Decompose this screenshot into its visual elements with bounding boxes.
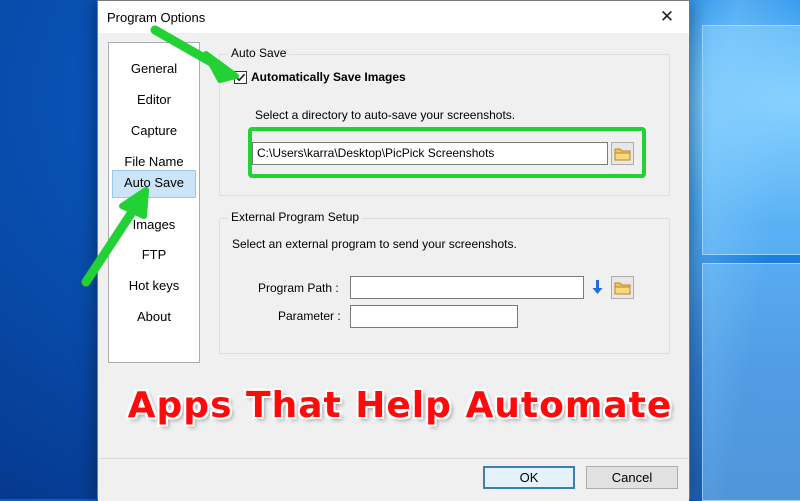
cancel-button[interactable]: Cancel — [586, 466, 678, 489]
directory-prompt: Select a directory to auto-save your scr… — [255, 108, 516, 122]
highlight-box — [248, 127, 646, 178]
window-title: Program Options — [107, 10, 206, 25]
title-bar[interactable]: Program Options ✕ — [98, 1, 689, 33]
checkmark-icon — [235, 73, 246, 82]
down-arrow-icon — [592, 280, 603, 294]
nav-item-general[interactable]: General — [112, 56, 196, 82]
nav-item-editor[interactable]: Editor — [112, 87, 196, 113]
windows-logo-pane — [702, 25, 800, 255]
auto-save-checkbox[interactable] — [234, 71, 247, 84]
windows-logo-pane — [702, 263, 800, 501]
close-icon: ✕ — [659, 7, 675, 26]
nav-item-hot-keys[interactable]: Hot keys — [112, 273, 196, 299]
nav-item-images[interactable]: Images — [112, 212, 196, 238]
auto-save-group-label: Auto Save — [228, 46, 290, 60]
dialog-footer: OK Cancel — [98, 458, 689, 501]
nav-item-auto-save[interactable]: Auto Save — [112, 170, 196, 198]
external-program-prompt: Select an external program to send your … — [232, 237, 517, 251]
nav-item-capture[interactable]: Capture — [112, 118, 196, 144]
external-program-group: External Program Setup Select an externa… — [219, 210, 670, 354]
parameter-label: Parameter : — [278, 309, 341, 323]
windows-logo — [690, 25, 800, 501]
auto-save-checkbox-label[interactable]: Automatically Save Images — [251, 70, 406, 84]
program-path-field[interactable] — [350, 276, 584, 299]
ok-button[interactable]: OK — [483, 466, 575, 489]
close-button[interactable]: ✕ — [645, 1, 689, 32]
options-nav: General Editor Capture File Name Auto Sa… — [108, 42, 200, 363]
nav-item-about[interactable]: About — [112, 304, 196, 330]
program-path-label: Program Path : — [258, 281, 339, 295]
program-path-dropdown-button[interactable] — [587, 276, 608, 299]
folder-icon — [614, 282, 631, 295]
browse-program-button[interactable] — [611, 276, 634, 299]
nav-item-ftp[interactable]: FTP — [112, 242, 196, 268]
external-program-group-label: External Program Setup — [228, 210, 363, 224]
headline-overlay: Apps That Help Automate — [127, 385, 673, 426]
parameter-field[interactable] — [350, 305, 518, 328]
